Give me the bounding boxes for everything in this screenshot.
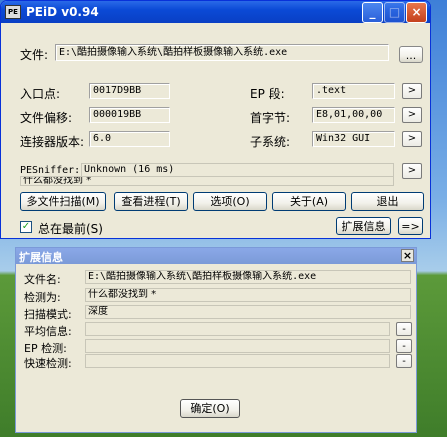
ext-scan-mode-field[interactable]: 深度 xyxy=(85,305,411,319)
extended-info-window: 扩展信息 × 文件名: E:\酷拍摄像输入系统\酷拍样板摄像输入系统.exe 检… xyxy=(15,247,417,433)
linker-version-field[interactable]: 6.0 xyxy=(89,131,170,147)
peid-main-window: PE PEiD v0.94 _ □ × 文件: E:\酷拍摄像输入系统\酷拍样板… xyxy=(0,0,431,239)
options-button[interactable]: 选项(O) xyxy=(193,192,267,211)
ext-average-field[interactable] xyxy=(85,322,390,336)
ext-ep-detect-field[interactable] xyxy=(85,339,390,353)
file-offset-label: 文件偏移: xyxy=(20,111,73,125)
ext-window-title: 扩展信息 xyxy=(19,251,63,264)
subsystem-field[interactable]: Win32 GUI xyxy=(312,131,395,147)
file-label: 文件: xyxy=(20,48,49,62)
ext-ep-detect-label: EP 检测: xyxy=(24,342,67,355)
pesniffer-arrow-button[interactable]: > xyxy=(402,163,422,179)
extended-arrow-button[interactable]: => xyxy=(398,217,423,235)
ep-section-field[interactable]: .text xyxy=(312,83,395,99)
detection-result-field[interactable]: 什么都没找到 * xyxy=(20,176,394,186)
exit-button[interactable]: 退出 xyxy=(351,192,424,211)
ext-file-field[interactable]: E:\酷拍摄像输入系统\酷拍样板摄像输入系统.exe xyxy=(85,270,411,284)
maximize-button[interactable]: □ xyxy=(384,2,405,23)
pesniffer-field[interactable]: Unknown (16 ms) xyxy=(81,163,394,177)
browse-button[interactable]: ... xyxy=(399,46,423,63)
pesniffer-label: PESniffer: xyxy=(20,165,81,176)
file-path-field[interactable]: E:\酷拍摄像输入系统\酷拍样板摄像输入系统.exe xyxy=(55,44,389,61)
minimize-button[interactable]: _ xyxy=(362,2,383,23)
ext-detect-field[interactable]: 什么都没找到 * xyxy=(85,288,411,302)
close-button[interactable]: × xyxy=(406,2,427,23)
ext-average-minus-button[interactable]: - xyxy=(396,322,412,336)
first-bytes-arrow-button[interactable]: > xyxy=(402,107,422,123)
ep-section-arrow-button[interactable]: > xyxy=(402,83,422,99)
ext-close-button[interactable]: × xyxy=(401,249,414,262)
ext-average-label: 平均信息: xyxy=(24,325,72,338)
ext-ok-button[interactable]: 确定(O) xyxy=(180,399,240,418)
file-offset-field[interactable]: 000019BB xyxy=(89,107,170,123)
multi-file-scan-button[interactable]: 多文件扫描(M) xyxy=(20,192,106,211)
extended-info-button[interactable]: 扩展信息 xyxy=(336,217,391,235)
ep-section-label: EP 段: xyxy=(250,87,285,101)
ext-titlebar[interactable]: 扩展信息 × xyxy=(16,248,416,264)
always-on-top-label[interactable]: 总在最前(S) xyxy=(38,220,103,237)
ext-fast-minus-button[interactable]: - xyxy=(396,354,412,368)
subsystem-label: 子系统: xyxy=(250,135,291,149)
ext-fast-detect-field[interactable] xyxy=(85,354,390,368)
first-bytes-label: 首字节: xyxy=(250,111,291,125)
ext-detect-label: 检测为: xyxy=(24,291,61,304)
linker-version-label: 连接器版本: xyxy=(20,135,85,149)
ext-fast-detect-label: 快速检测: xyxy=(24,357,72,370)
always-on-top-checkbox[interactable]: ✓ xyxy=(20,221,32,233)
ext-scan-mode-label: 扫描模式: xyxy=(24,308,72,321)
window-title: PEiD v0.94 xyxy=(26,5,99,19)
ext-file-label: 文件名: xyxy=(24,273,61,286)
view-process-button[interactable]: 查看进程(T) xyxy=(114,192,188,211)
main-titlebar[interactable]: PE PEiD v0.94 _ □ × xyxy=(1,1,430,23)
entry-point-label: 入口点: xyxy=(20,87,61,101)
ext-ep-minus-button[interactable]: - xyxy=(396,339,412,353)
first-bytes-field[interactable]: E8,01,00,00 xyxy=(312,107,395,123)
about-button[interactable]: 关于(A) xyxy=(272,192,346,211)
app-icon: PE xyxy=(5,5,21,19)
subsystem-arrow-button[interactable]: > xyxy=(402,131,422,147)
entry-point-field[interactable]: 0017D9BB xyxy=(89,83,170,99)
